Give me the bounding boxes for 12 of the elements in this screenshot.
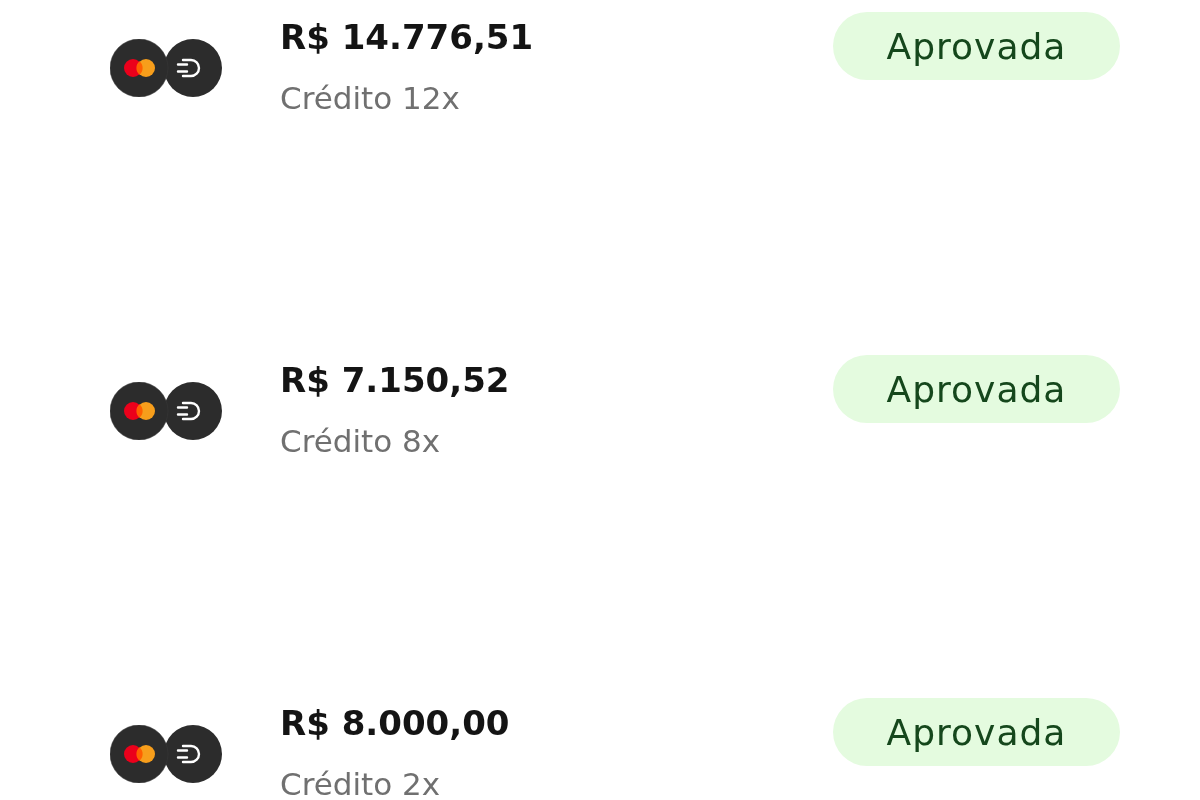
payment-method-text: Crédito 2x <box>280 769 441 799</box>
status-badge: Aprovada <box>833 12 1120 80</box>
amount-text: R$ 7.150,52 <box>280 359 510 402</box>
card-logos-icon <box>110 39 222 97</box>
amount-text: R$ 8.000,00 <box>280 702 510 745</box>
card-logos-icon <box>110 725 222 783</box>
status-badge: Aprovada <box>833 355 1120 423</box>
amount-text: R$ 14.776,51 <box>280 16 534 59</box>
payment-method-text: Crédito 8x <box>280 426 441 456</box>
card-logos-icon <box>110 382 222 440</box>
payment-method-text: Crédito 12x <box>280 83 460 113</box>
status-badge: Aprovada <box>833 698 1120 766</box>
